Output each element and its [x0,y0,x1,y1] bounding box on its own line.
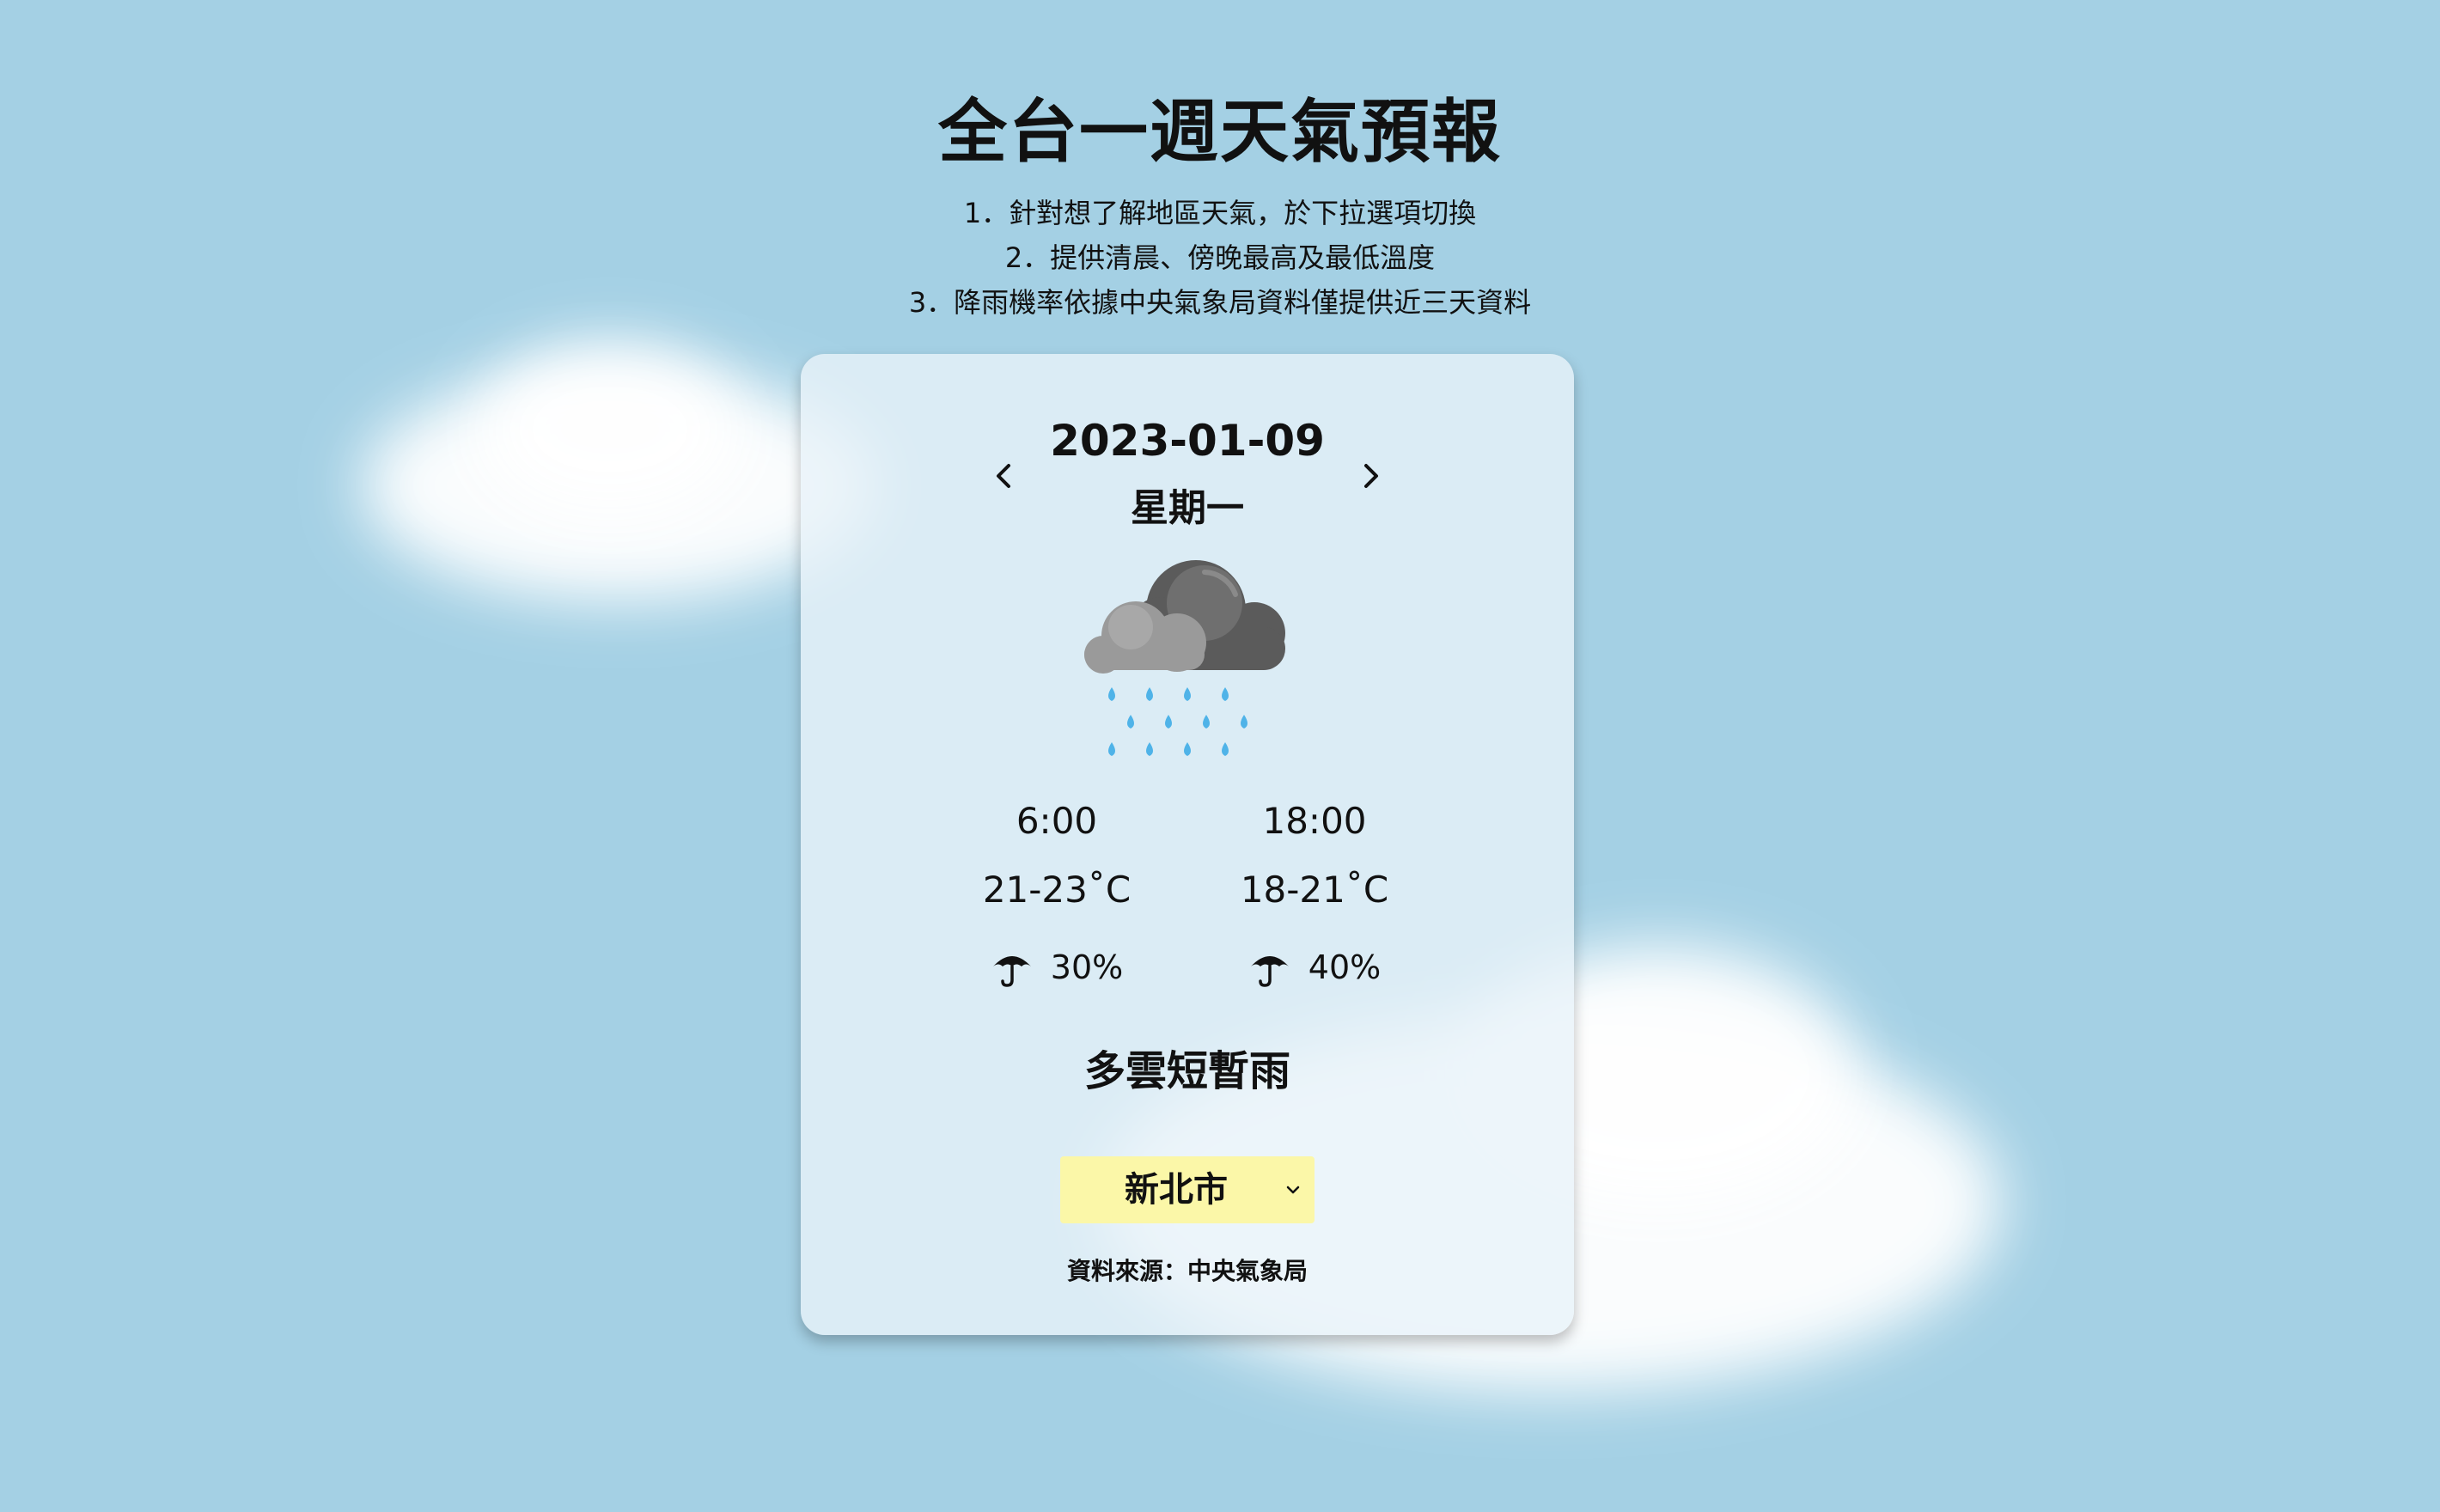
data-source: 資料來源：中央氣象局 [1066,1257,1308,1285]
rain-probability: 30% [928,942,1186,993]
umbrella-icon [1248,946,1291,989]
evening-forecast: 18:00 18-21˚C 40% [1186,796,1443,993]
forecast-date: 2023-01-09 [1050,416,1325,466]
forecast-weekday: 星期一 [1131,486,1244,530]
morning-forecast: 6:00 21-23˚C 30% [928,796,1186,993]
instructions: 1．針對想了解地區天氣，於下拉選項切換 2．提供清晨、傍晚最高及最低溫度 3．降… [0,191,2440,325]
instruction-line: 1．針對想了解地區天氣，於下拉選項切換 [963,197,1477,229]
forecast-temperature: 21-23˚C [982,869,1132,911]
rain-probability: 40% [1186,942,1443,993]
instruction-line: 3．降雨機率依據中央氣象局資料僅提供近三天資料 [908,286,1532,319]
forecast-time: 18:00 [1262,800,1367,842]
page-title: 全台一週天氣預報 [938,92,1502,172]
rain-probability-value: 30% [1050,948,1124,986]
chevron-down-icon [1280,1177,1306,1203]
forecast-temperature: 18-21˚C [1240,869,1389,911]
instruction-line: 2．提供清晨、傍晚最高及最低溫度 [1004,241,1436,274]
city-select-value: 新北市 [1125,1170,1228,1210]
chevron-right-icon [1364,464,1378,488]
background-cloud-left-puff [481,344,739,515]
next-day-button[interactable] [1345,450,1397,502]
city-select[interactable]: 新北市 [1060,1156,1315,1223]
cloud-rain-icon [1076,550,1299,782]
weather-description: 多雲短暫雨 [1083,1047,1290,1095]
umbrella-icon [991,946,1034,989]
forecast-time: 6:00 [1016,800,1098,842]
weather-card: 2023-01-09 星期一 6:00 21-23˚C 30% 18:00 18… [801,354,1574,1335]
rain-probability-value: 40% [1308,948,1382,986]
